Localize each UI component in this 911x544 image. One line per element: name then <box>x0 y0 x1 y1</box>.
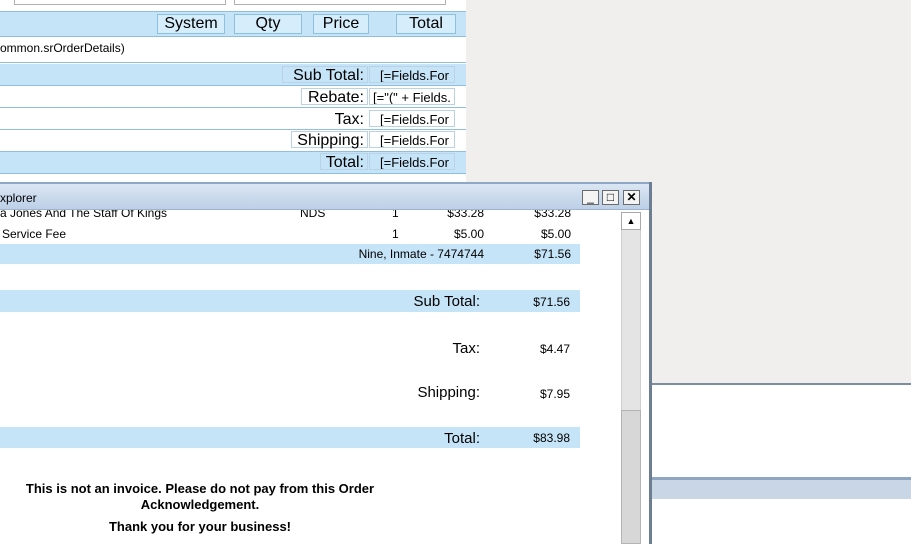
notice-line-2: Acknowledgement. <box>140 497 260 512</box>
report-content: a Jones And The Staff Of Kings NDS 1 $33… <box>0 210 614 544</box>
designer-total-row: Total: [=Fields.For <box>0 152 466 174</box>
rebate-label[interactable]: Rebate: <box>301 88 368 106</box>
rebate-field[interactable]: [="(" + Fields. <box>369 88 455 105</box>
designer-field-box[interactable] <box>234 0 446 5</box>
report-designer-surface: System Qty Price Total ommon.srOrderDeta… <box>0 0 467 184</box>
window-titlebar[interactable]: xplorer _ □ ✕ <box>0 182 649 210</box>
minimize-button[interactable]: _ <box>582 190 599 205</box>
item-name: Service Fee <box>2 227 67 241</box>
subreport-reference: ommon.srOrderDetails) <box>0 41 125 55</box>
total-field[interactable]: [=Fields.For <box>369 153 455 170</box>
item-name: a Jones And The Staff Of Kings <box>0 210 167 220</box>
designer-top-strip <box>0 0 466 6</box>
item-total: $5.00 <box>540 227 571 241</box>
notice-line-1: This is not an invoice. Please do not pa… <box>25 481 375 496</box>
tax-field[interactable]: [=Fields.For <box>369 110 455 127</box>
group-total: $71.56 <box>534 247 571 261</box>
shipping-label: Shipping: <box>417 384 480 401</box>
right-panel-content <box>651 386 911 483</box>
total-label: Total: <box>444 430 480 447</box>
report-preview-window: xplorer _ □ ✕ a Jones And The Staff Of K… <box>0 182 652 544</box>
designer-field-box[interactable] <box>14 0 226 5</box>
scroll-thumb[interactable] <box>621 410 641 544</box>
item-qty: 1 <box>392 210 399 220</box>
shipping-value: $7.95 <box>539 387 570 401</box>
item-qty: 1 <box>392 227 399 241</box>
designer-shipping-row: Shipping: [=Fields.For <box>0 130 466 152</box>
subtotal-label[interactable]: Sub Total: <box>282 66 368 84</box>
window-title: xplorer <box>0 191 37 205</box>
item-total: $33.28 <box>534 210 571 220</box>
total-value: $83.98 <box>533 431 570 445</box>
maximize-button[interactable]: □ <box>602 190 619 205</box>
header-qty[interactable]: Qty <box>234 14 302 34</box>
header-system[interactable]: System <box>157 14 225 34</box>
group-total-band: Nine, Inmate - 7474744 $71.56 <box>0 244 580 264</box>
tax-label: Tax: <box>452 340 480 357</box>
chevron-up-icon: ▲ <box>626 216 636 226</box>
thanks-text: Thank you for your business! <box>108 519 292 534</box>
designer-rebate-row: Rebate: [="(" + Fields. <box>0 86 466 108</box>
header-price[interactable]: Price <box>313 14 369 34</box>
subtotal-label: Sub Total: <box>413 293 480 310</box>
subtotal-field[interactable]: [=Fields.For <box>369 66 455 83</box>
maximize-icon: □ <box>606 190 615 204</box>
item-price: $5.00 <box>453 227 484 241</box>
tax-value: $4.47 <box>539 342 570 356</box>
group-label: Nine, Inmate - 7474744 <box>358 247 484 261</box>
total-label[interactable]: Total: <box>320 153 368 171</box>
item-system: NDS <box>300 210 326 220</box>
designer-detail-row[interactable]: ommon.srOrderDetails) <box>0 37 466 63</box>
shipping-label[interactable]: Shipping: <box>291 131 368 149</box>
scroll-up-button[interactable]: ▲ <box>621 212 641 230</box>
close-button[interactable]: ✕ <box>623 190 640 205</box>
vertical-scrollbar[interactable]: ▲ <box>614 210 649 544</box>
subtotal-band: Sub Total: $71.56 <box>0 290 580 312</box>
right-panel-bottom <box>651 499 911 544</box>
total-band: Total: $83.98 <box>0 427 580 448</box>
close-icon: ✕ <box>626 190 637 204</box>
item-price: $33.28 <box>447 210 484 220</box>
designer-tax-row: Tax: [=Fields.For <box>0 108 466 130</box>
header-total[interactable]: Total <box>396 14 456 34</box>
minimize-icon: _ <box>587 190 594 204</box>
designer-subtotal-row: Sub Total: [=Fields.For <box>0 64 466 86</box>
shipping-field[interactable]: [=Fields.For <box>369 131 455 148</box>
subtotal-value: $71.56 <box>533 295 570 309</box>
tax-label[interactable]: Tax: <box>320 110 368 128</box>
panel-divider <box>651 383 911 385</box>
designer-header-row: System Qty Price Total <box>0 11 466 37</box>
